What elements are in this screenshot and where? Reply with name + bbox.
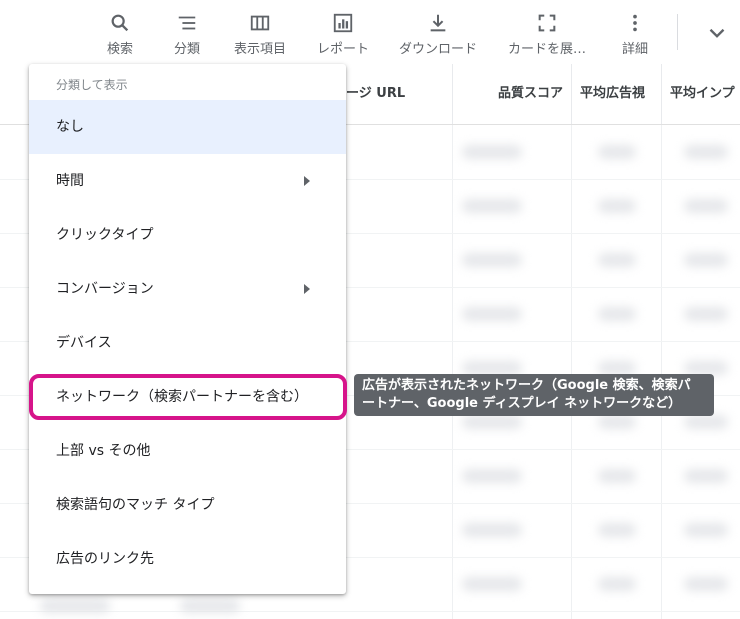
download-button-label: ダウンロード [399, 42, 478, 57]
column-header-first[interactable] [0, 64, 29, 124]
menu-item-ad-destination[interactable]: 広告のリンク先 [29, 532, 346, 586]
menu-item-top-vs-other[interactable]: 上部 vs その他 [29, 424, 346, 478]
more-vert-icon [633, 14, 637, 32]
download-icon [430, 14, 446, 32]
reports-button[interactable]: レポート [304, 6, 382, 60]
toolbar: 検索 分類 表示項目 レポート ダウンロード カードを展… 詳細 [0, 0, 740, 65]
column-header-avg-ad-view[interactable]: 平均広告視 [571, 64, 661, 124]
chevron-down-icon[interactable] [704, 20, 730, 46]
segment-menu: 分類して表示 なし 時間 クリックタイプ コンバージョン デバイス ネットワーク… [29, 64, 346, 594]
menu-item-search-term-match-type[interactable]: 検索語句のマッチ タイプ [29, 478, 346, 532]
columns-button-label: 表示項目 [233, 42, 286, 57]
columns-button[interactable]: 表示項目 [221, 6, 299, 60]
report-icon [333, 13, 353, 33]
tooltip-line-1: 広告が表示されたネットワーク（Google 検索、検索パ [362, 378, 691, 393]
menu-item-network[interactable]: ネットワーク（検索パートナーを含む） [29, 370, 346, 424]
columns-icon [250, 15, 270, 31]
expand-icon [538, 14, 556, 32]
expand-card-button-label: カードを展… [508, 42, 587, 57]
search-icon [111, 14, 129, 32]
more-button[interactable]: 詳細 [596, 6, 674, 60]
segment-button[interactable]: 分類 [148, 6, 226, 60]
download-button[interactable]: ダウンロード [399, 6, 477, 60]
more-button-label: 詳細 [621, 42, 648, 57]
toolbar-divider [677, 14, 678, 50]
menu-item-label: 時間 [56, 173, 84, 189]
menu-item-none[interactable]: なし [29, 100, 346, 154]
network-tooltip: 広告が表示されたネットワーク（Google 検索、検索パ ートナー、Google… [354, 374, 714, 416]
menu-item-time[interactable]: 時間 [29, 154, 346, 208]
column-header-avg-impression[interactable]: 平均インプ [661, 64, 740, 124]
segment-button-label: 分類 [173, 42, 200, 57]
column-header-quality-score[interactable]: 品質スコア [452, 64, 571, 124]
submenu-arrow-icon [304, 284, 310, 294]
menu-item-label: コンバージョン [56, 281, 154, 297]
expand-card-button[interactable]: カードを展… [508, 6, 586, 60]
tooltip-line-2: ートナー、Google ディスプレイ ネットワークなど） [362, 396, 682, 411]
menu-item-device[interactable]: デバイス [29, 316, 346, 370]
menu-item-click-type[interactable]: クリックタイプ [29, 208, 346, 262]
submenu-arrow-icon [304, 176, 310, 186]
menu-header: 分類して表示 [56, 78, 128, 92]
menu-item-conversions[interactable]: コンバージョン [29, 262, 346, 316]
segment-icon [178, 16, 196, 30]
reports-button-label: レポート [316, 42, 369, 57]
